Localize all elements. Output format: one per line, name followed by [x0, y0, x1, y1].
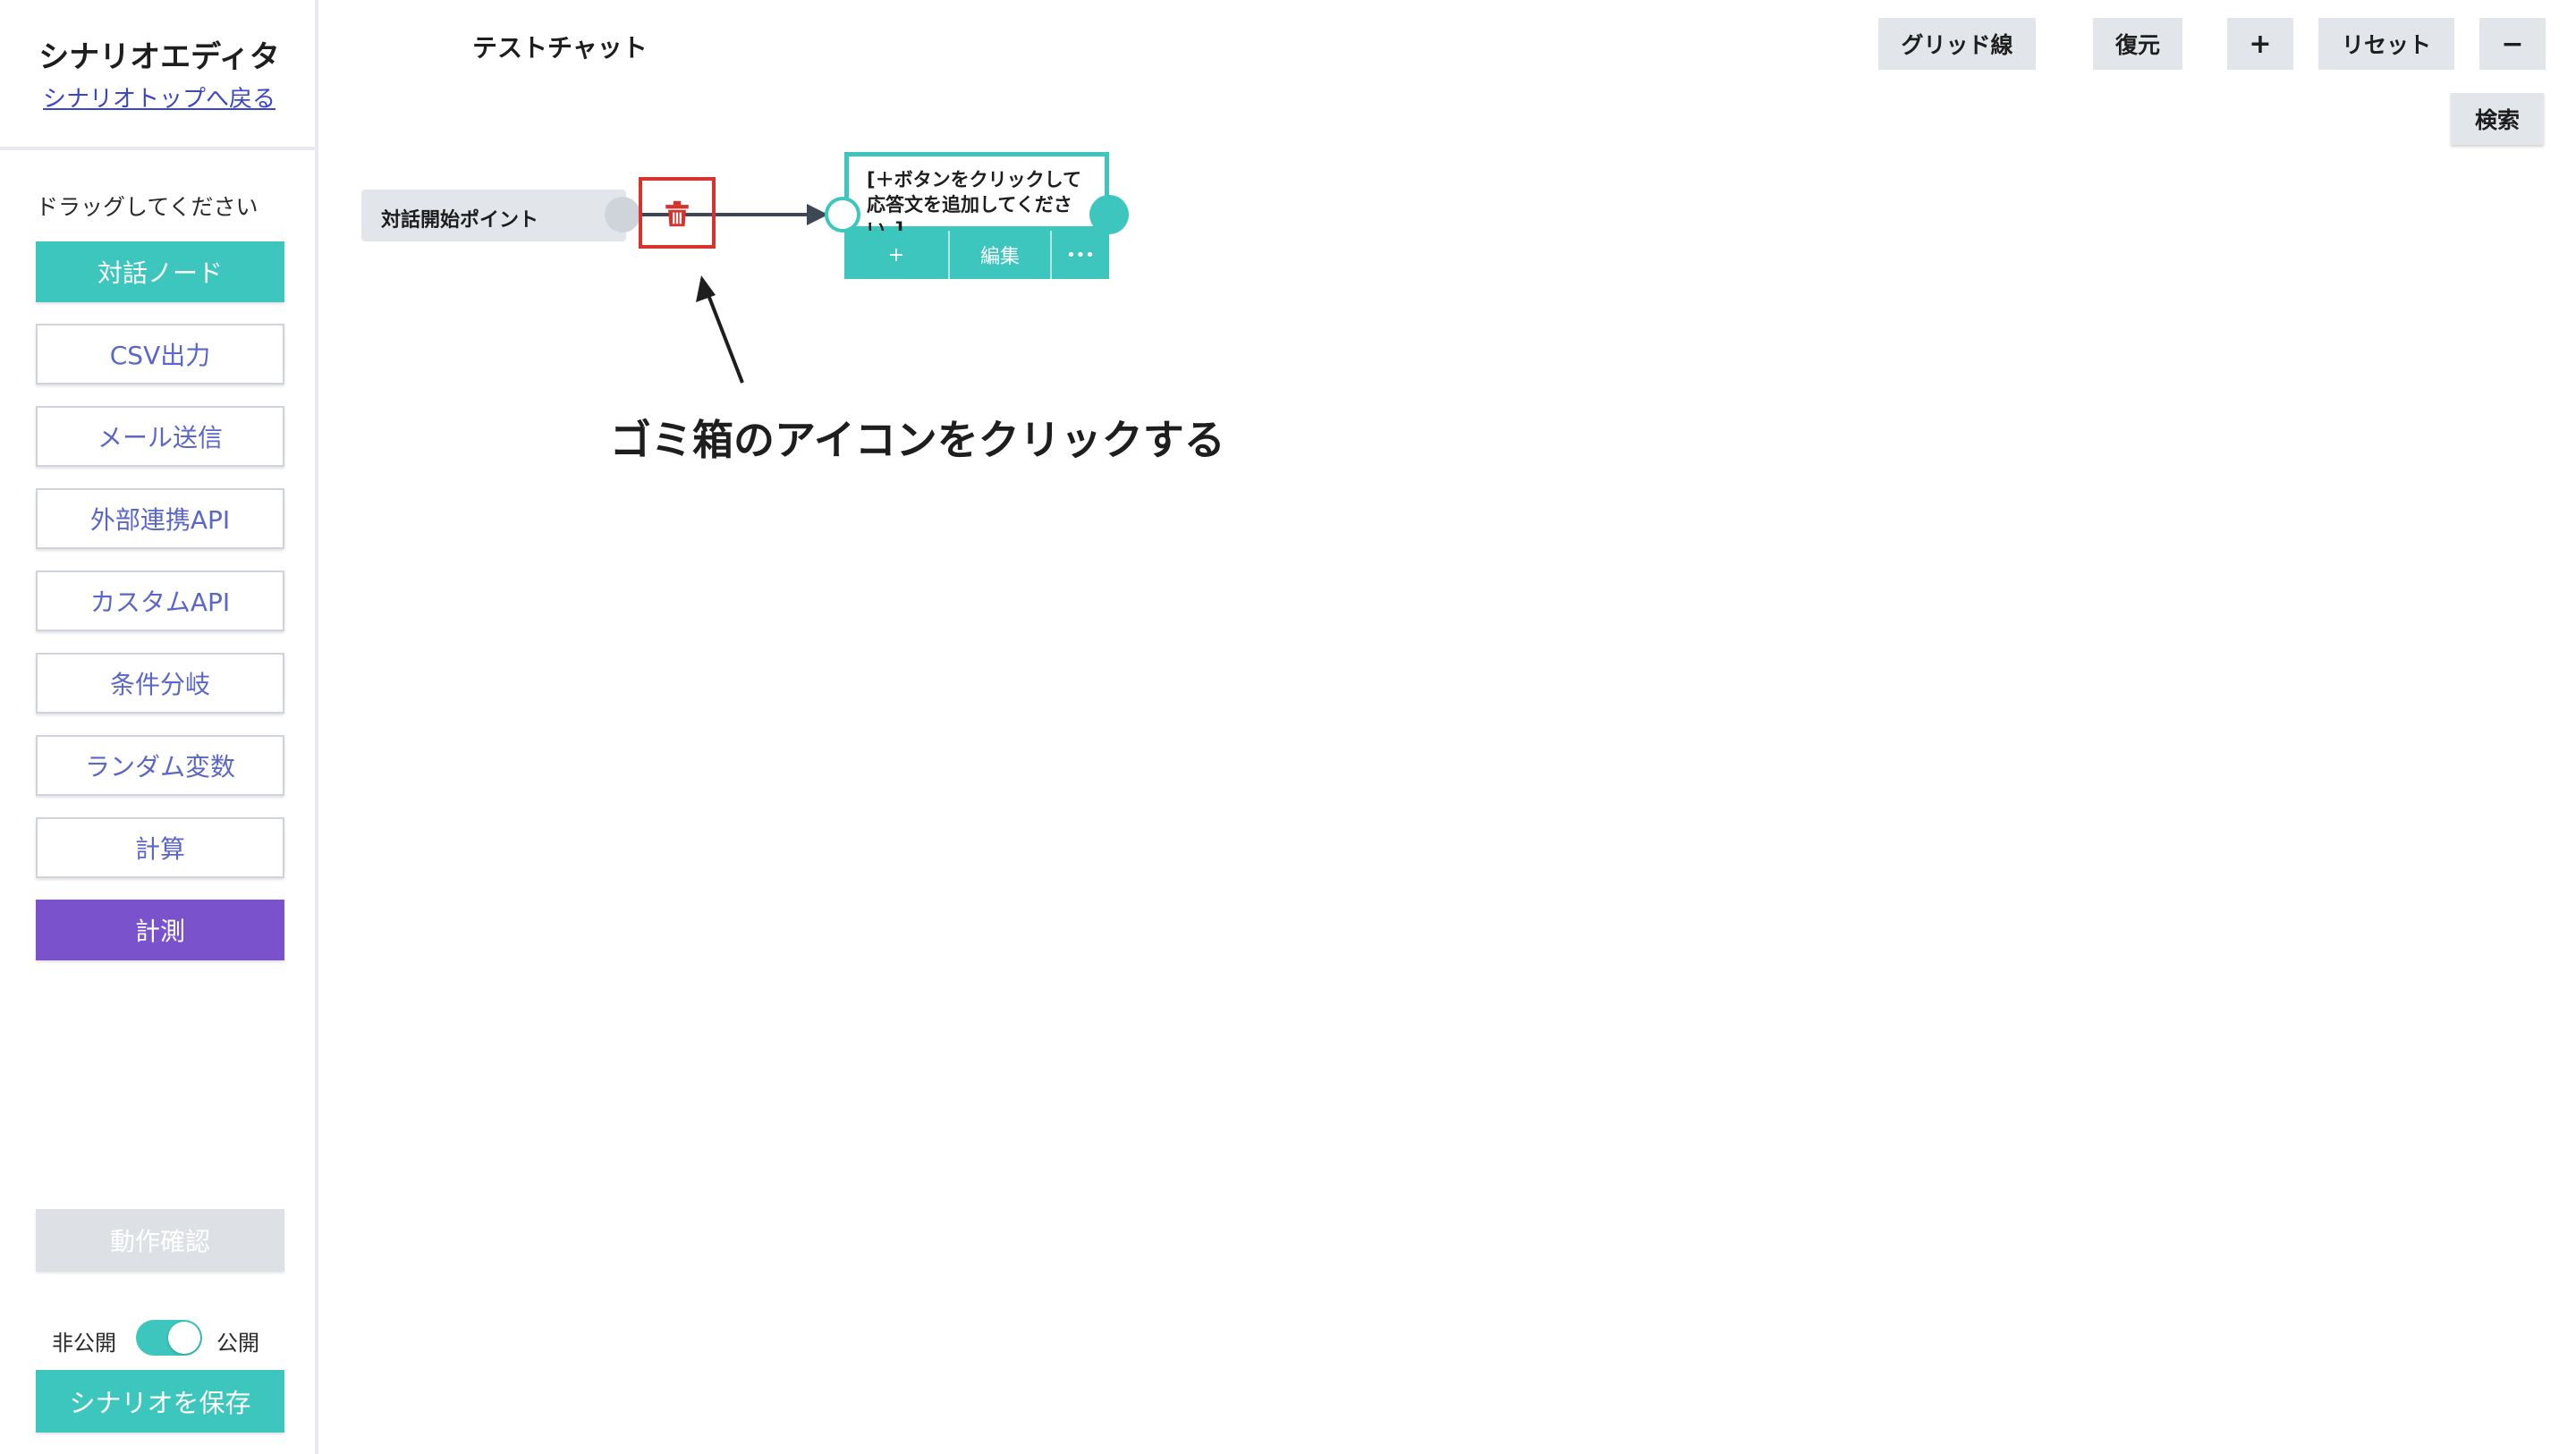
- drag-hint: ドラッグしてください: [36, 194, 258, 220]
- instruction-annotation: ゴミ箱のアイコンをクリックする: [610, 416, 1225, 464]
- response-node-input-port[interactable]: [825, 197, 860, 232]
- edit-node-button[interactable]: 編集: [948, 231, 1050, 279]
- save-scenario-button[interactable]: シナリオを保存: [36, 1370, 284, 1433]
- private-label: 非公開: [52, 1331, 116, 1356]
- start-node[interactable]: 対話開始ポイント: [361, 190, 626, 241]
- restore-button[interactable]: 復元: [2093, 18, 2182, 70]
- node-button-condition[interactable]: 条件分岐: [36, 653, 284, 714]
- start-node-output-port[interactable]: [605, 197, 640, 232]
- response-node[interactable]: [＋ボタンをクリックして応答文を追加してください。] + 編集 •••: [844, 152, 1109, 279]
- response-node-toolbar: + 編集 •••: [844, 231, 1109, 279]
- zoom-in-button[interactable]: +: [2227, 18, 2293, 70]
- sidebar: シナリオエディタ シナリオトップへ戻る ドラッグしてください 対話ノード CSV…: [0, 0, 318, 1454]
- node-button-calculation[interactable]: 計算: [36, 817, 284, 878]
- annotation-arrow: [707, 294, 744, 384]
- search-button[interactable]: 検索: [2451, 93, 2544, 145]
- delete-edge-button[interactable]: [639, 177, 716, 249]
- editor-title: シナリオエディタ: [38, 39, 280, 75]
- sidebar-divider: [0, 147, 315, 150]
- grid-lines-button[interactable]: グリッド線: [1878, 18, 2036, 70]
- node-button-measurement[interactable]: 計測: [36, 900, 284, 960]
- zoom-out-button[interactable]: −: [2479, 18, 2546, 70]
- trash-icon: [665, 200, 689, 227]
- visibility-toggle[interactable]: [136, 1320, 202, 1356]
- back-to-top-link[interactable]: シナリオトップへ戻る: [0, 80, 318, 114]
- toggle-knob: [168, 1322, 200, 1354]
- add-response-button[interactable]: +: [844, 231, 948, 279]
- node-button-external-api[interactable]: 外部連携API: [36, 488, 284, 549]
- public-label: 公開: [216, 1331, 259, 1356]
- response-node-text: [＋ボタンをクリックして応答文を追加してください。]: [844, 152, 1109, 241]
- scenario-editor: シナリオエディタ シナリオトップへ戻る ドラッグしてください 対話ノード CSV…: [0, 0, 2576, 1454]
- visibility-toggle-row: 非公開 公開: [36, 1318, 284, 1357]
- chat-title: テストチャット: [472, 33, 648, 63]
- node-button-mail[interactable]: メール送信: [36, 406, 284, 467]
- node-button-dialog[interactable]: 対話ノード: [36, 241, 284, 302]
- annotation-arrowhead: [696, 275, 716, 302]
- reset-button[interactable]: リセット: [2318, 18, 2454, 70]
- verify-button[interactable]: 動作確認: [36, 1209, 284, 1272]
- response-node-output-port[interactable]: [1089, 195, 1129, 234]
- node-button-csv[interactable]: CSV出力: [36, 324, 284, 385]
- node-button-custom-api[interactable]: カスタムAPI: [36, 571, 284, 631]
- start-node-label: 対話開始ポイント: [381, 209, 539, 232]
- more-options-button[interactable]: •••: [1050, 231, 1109, 279]
- node-button-random-variable[interactable]: ランダム変数: [36, 735, 284, 796]
